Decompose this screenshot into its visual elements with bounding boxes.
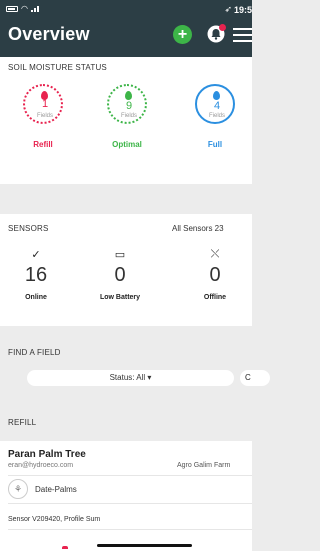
battery-icon <box>6 5 18 12</box>
status-filter-dropdown[interactable]: Status: All ▾ <box>27 370 234 386</box>
page-title: Overview <box>8 24 90 44</box>
app-header: ◠ ➶ 19:5 Overview + <box>0 0 252 57</box>
low-battery-icon: ▭ <box>114 249 126 261</box>
home-indicator[interactable] <box>97 544 192 547</box>
status-time: 19:5 <box>233 4 252 15</box>
full-unit: Fields <box>208 113 225 119</box>
status-right: ➶ 19:5 <box>224 4 252 15</box>
optimal-label: Optimal <box>112 140 142 149</box>
sensor-info: Sensor V209420, Profile Sum <box>8 516 101 523</box>
drop-icon <box>213 91 220 100</box>
online-count: 16 <box>24 264 48 286</box>
field-card[interactable]: Paran Palm Tree eran@hydroeco.com Agro G… <box>0 441 252 551</box>
field-name: Paran Palm Tree <box>8 449 86 460</box>
offline-icon: ⤬ <box>210 248 220 260</box>
plant-icon: ⚘ <box>8 479 28 499</box>
divider <box>8 529 252 530</box>
offline-label: Offline <box>203 294 227 301</box>
find-field-title: FIND A FIELD <box>8 348 61 357</box>
soil-moisture-title: SOIL MOISTURE STATUS <box>8 63 107 72</box>
crop-tag: ⚘ Date-Palms <box>8 479 248 499</box>
crop-name: Date-Palms <box>35 485 77 494</box>
refill-section-title: REFILL <box>8 418 37 427</box>
offline-count: 0 <box>209 264 221 286</box>
low-battery-count: 0 <box>114 264 126 286</box>
low-battery-label: Low Battery <box>99 294 141 301</box>
sensors-title: SENSORS <box>8 224 49 233</box>
full-label: Full <box>207 140 223 149</box>
online-label: Online <box>25 294 47 301</box>
optimal-count: 9 <box>125 100 133 112</box>
optimal-circle[interactable]: 9 Fields <box>107 84 147 124</box>
drop-icon <box>125 91 132 100</box>
sensors-card: SENSORS All Sensors 23 ✓ 16 Online ▭ 0 L… <box>0 214 252 326</box>
menu-button[interactable] <box>233 28 252 42</box>
all-sensors-link[interactable]: All Sensors 23 <box>172 224 224 233</box>
status-left: ◠ <box>6 4 39 13</box>
scroll-indicator <box>62 546 68 549</box>
full-count: 4 <box>213 100 221 112</box>
refill-count: 1 <box>41 98 49 110</box>
location-icon: ➶ <box>224 4 232 14</box>
notifications-button[interactable] <box>207 24 226 43</box>
full-circle[interactable]: 4 Fields <box>195 84 235 124</box>
signal-icon <box>30 5 39 12</box>
refill-unit: Fields <box>36 113 53 119</box>
wifi-icon: ◠ <box>21 4 28 13</box>
secondary-filter-pill[interactable]: C <box>240 370 270 386</box>
notification-badge <box>219 24 226 31</box>
field-email: eran@hydroeco.com <box>8 462 74 469</box>
field-company: Agro Galim Farm <box>177 462 231 469</box>
refill-circle[interactable]: 1 Fields <box>23 84 63 124</box>
add-button[interactable]: + <box>173 25 192 44</box>
status-bar: ◠ ➶ 19:5 <box>0 0 252 20</box>
divider <box>8 503 252 504</box>
optimal-unit: Fields <box>120 113 137 119</box>
refill-label: Refill <box>33 140 53 149</box>
divider <box>8 475 252 476</box>
soil-moisture-card: SOIL MOISTURE STATUS 1 Fields Refill 9 F… <box>0 57 252 184</box>
check-icon: ✓ <box>31 249 41 261</box>
